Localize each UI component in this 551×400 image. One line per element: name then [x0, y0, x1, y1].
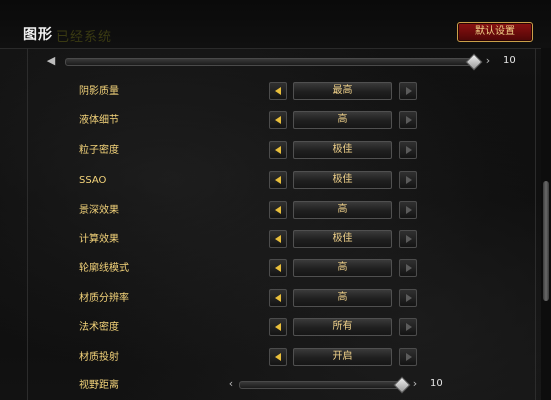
scrollbar-thumb[interactable]	[543, 181, 549, 301]
slider-left-arrow-icon[interactable]: ‹	[225, 376, 237, 392]
next-option-button[interactable]	[399, 201, 417, 219]
slider-right-arrow-icon[interactable]: ›	[409, 376, 421, 392]
triangle-left-icon	[275, 323, 281, 331]
setting-value[interactable]: 开启	[293, 348, 392, 366]
default-settings-button[interactable]: 默认设置	[457, 22, 533, 42]
triangle-right-icon	[406, 294, 412, 302]
next-option-button[interactable]	[399, 289, 417, 307]
slider-knob[interactable]	[465, 53, 483, 71]
prev-option-button[interactable]	[269, 259, 287, 277]
triangle-right-icon	[406, 206, 412, 214]
slider-left-arrow-icon[interactable]: ◀	[45, 53, 57, 69]
next-option-button[interactable]	[399, 230, 417, 248]
next-option-button[interactable]	[399, 259, 417, 277]
triangle-right-icon	[406, 87, 412, 95]
setting-row-compute-effects: 计算效果 极佳	[0, 229, 551, 251]
prev-option-button[interactable]	[269, 230, 287, 248]
setting-row-outline-mode: 轮廓线模式 高	[0, 258, 551, 280]
triangle-left-icon	[275, 116, 281, 124]
top-slider[interactable]: ◀ › 10	[45, 53, 525, 71]
prev-option-button[interactable]	[269, 348, 287, 366]
setting-value[interactable]: 高	[293, 289, 392, 307]
next-option-button[interactable]	[399, 171, 417, 189]
slider-knob[interactable]	[393, 376, 411, 394]
triangle-right-icon	[406, 146, 412, 154]
next-option-button[interactable]	[399, 82, 417, 100]
triangle-right-icon	[406, 176, 412, 184]
prev-option-button[interactable]	[269, 141, 287, 159]
setting-label: 视野距离	[79, 380, 119, 391]
triangle-left-icon	[275, 294, 281, 302]
triangle-left-icon	[275, 264, 281, 272]
triangle-right-icon	[406, 323, 412, 331]
prev-option-button[interactable]	[269, 318, 287, 336]
setting-row-depth-of-field: 景深效果 高	[0, 200, 551, 222]
triangle-left-icon	[275, 176, 281, 184]
slider-track[interactable]	[65, 58, 479, 66]
setting-label: SSAO	[79, 175, 107, 186]
setting-value[interactable]: 所有	[293, 318, 392, 336]
slider-value: 10	[503, 55, 516, 66]
setting-value[interactable]: 高	[293, 201, 392, 219]
triangle-right-icon	[406, 264, 412, 272]
setting-label: 法术密度	[79, 322, 119, 333]
setting-value[interactable]: 极佳	[293, 230, 392, 248]
triangle-left-icon	[275, 206, 281, 214]
triangle-right-icon	[406, 116, 412, 124]
triangle-left-icon	[275, 87, 281, 95]
setting-label: 液体细节	[79, 115, 119, 126]
triangle-left-icon	[275, 353, 281, 361]
prev-option-button[interactable]	[269, 82, 287, 100]
next-option-button[interactable]	[399, 111, 417, 129]
triangle-left-icon	[275, 146, 281, 154]
setting-label: 计算效果	[79, 234, 119, 245]
setting-label: 材质投射	[79, 352, 119, 363]
page-title: 图形	[23, 27, 53, 43]
prev-option-button[interactable]	[269, 289, 287, 307]
setting-row-shadow-quality: 阴影质量 最高	[0, 81, 551, 103]
next-option-button[interactable]	[399, 318, 417, 336]
setting-row-ssao: SSAO 极佳	[0, 170, 551, 192]
prev-option-button[interactable]	[269, 111, 287, 129]
slider-right-arrow-icon[interactable]: ›	[482, 53, 494, 69]
setting-value[interactable]: 极佳	[293, 141, 392, 159]
setting-label: 阴影质量	[79, 86, 119, 97]
setting-row-particle-density: 粒子密度 极佳	[0, 140, 551, 162]
setting-label: 粒子密度	[79, 145, 119, 156]
slider-value: 10	[430, 378, 443, 389]
setting-row-spell-density: 法术密度 所有	[0, 317, 551, 339]
next-option-button[interactable]	[399, 348, 417, 366]
setting-label: 轮廓线模式	[79, 263, 129, 274]
setting-value[interactable]: 极佳	[293, 171, 392, 189]
prev-option-button[interactable]	[269, 201, 287, 219]
setting-row-liquid-detail: 液体细节 高	[0, 110, 551, 132]
setting-value[interactable]: 最高	[293, 82, 392, 100]
prev-option-button[interactable]	[269, 171, 287, 189]
setting-value[interactable]: 高	[293, 259, 392, 277]
triangle-left-icon	[275, 235, 281, 243]
setting-label: 景深效果	[79, 205, 119, 216]
setting-row-texture-resolution: 材质分辨率 高	[0, 288, 551, 310]
slider-track[interactable]	[239, 381, 403, 389]
view-distance-slider[interactable]: ‹ › 10	[225, 376, 465, 394]
header-bar: 图形 已经系统 默认设置	[0, 0, 551, 49]
page-subtitle: 已经系统	[56, 30, 113, 45]
setting-label: 材质分辨率	[79, 293, 129, 304]
setting-value[interactable]: 高	[293, 111, 392, 129]
triangle-right-icon	[406, 235, 412, 243]
next-option-button[interactable]	[399, 141, 417, 159]
setting-row-texture-projection: 材质投射 开启	[0, 347, 551, 369]
triangle-right-icon	[406, 353, 412, 361]
graphics-settings-window: 图形 已经系统 默认设置 ◀ › 10 阴影质量 最高 液体细节 高 粒子密度 …	[0, 0, 551, 400]
